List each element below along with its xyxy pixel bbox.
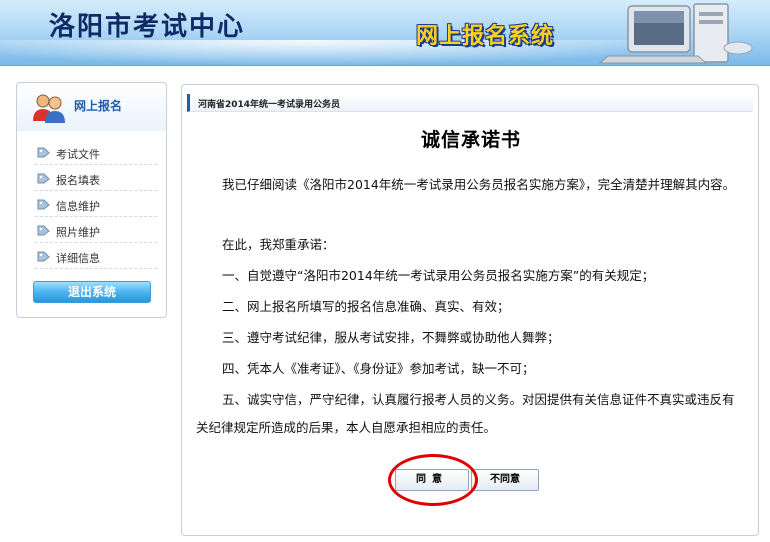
system-title: 网上报名系统 (416, 24, 555, 49)
sidebar-item-exam-files[interactable]: 考试文件 (35, 141, 157, 165)
tag-icon (37, 225, 50, 236)
sidebar-item-label: 详细信息 (56, 252, 100, 265)
sidebar-item-details[interactable]: 详细信息 (35, 245, 157, 269)
page-title: 诚信承诺书 (420, 129, 521, 151)
pledge-item-4: 四、凭本人《准考证》、《身份证》参加考试，缺一不可； (222, 361, 535, 376)
pledge-item-1: 一、自觉遵守“洛阳市2014年统一考试录用公务员报名实施方案”的有关规定； (222, 268, 655, 283)
pledge-item-5: 五、诚实守信，严守纪律，认真履行报考人员的义务。对因提供有关信息证件不真实或违反… (196, 392, 735, 435)
sidebar-title: 网上报名 (74, 99, 123, 113)
sidebar-menu: 网上报名 考试文件 报名填表 信息维护 照片维护 详细信息 退出系统 (16, 82, 167, 318)
pledge-item-2: 二、网上报名所填写的报名信息准确、真实、有效； (222, 299, 510, 314)
breadcrumb: 河南省2014年统一考试录用公务员 (187, 94, 753, 112)
sidebar-item-photo-maintenance[interactable]: 照片维护 (35, 219, 157, 243)
tag-icon (37, 173, 50, 184)
tag-icon (37, 251, 50, 262)
logout-button[interactable]: 退出系统 (33, 281, 151, 303)
computer-icon (598, 3, 753, 64)
tag-icon (37, 147, 50, 158)
tag-icon (37, 199, 50, 210)
main-panel: 河南省2014年统一考试录用公务员 诚信承诺书 我已仔细阅读《洛阳市2014年统… (181, 84, 759, 536)
sidebar-item-label: 考试文件 (56, 148, 100, 161)
pledge-statement: 在此，我郑重承诺： (222, 237, 335, 252)
sidebar-item-label: 信息维护 (56, 200, 100, 213)
header-banner: 洛阳市考试中心 网上报名系统 (0, 0, 770, 66)
highlight-annotation-circle (388, 454, 478, 506)
sidebar-item-registration-form[interactable]: 报名填表 (35, 167, 157, 191)
sidebar-item-label: 报名填表 (56, 174, 100, 187)
users-icon (33, 94, 65, 123)
disagree-button[interactable]: 不同意 (471, 469, 539, 491)
site-title: 洛阳市考试中心 (49, 12, 246, 42)
pledge-intro: 我已仔细阅读《洛阳市2014年统一考试录用公务员报名实施方案》，完全清楚并理解其… (222, 177, 736, 192)
breadcrumb-text: 河南省2014年统一考试录用公务员 (198, 100, 341, 110)
sidebar-item-info-maintenance[interactable]: 信息维护 (35, 193, 157, 217)
pledge-item-3: 三、遵守考试纪律，服从考试安排，不舞弊或协助他人舞弊； (222, 330, 560, 345)
sidebar-header: 网上报名 (17, 83, 166, 131)
sidebar-item-label: 照片维护 (56, 226, 100, 239)
